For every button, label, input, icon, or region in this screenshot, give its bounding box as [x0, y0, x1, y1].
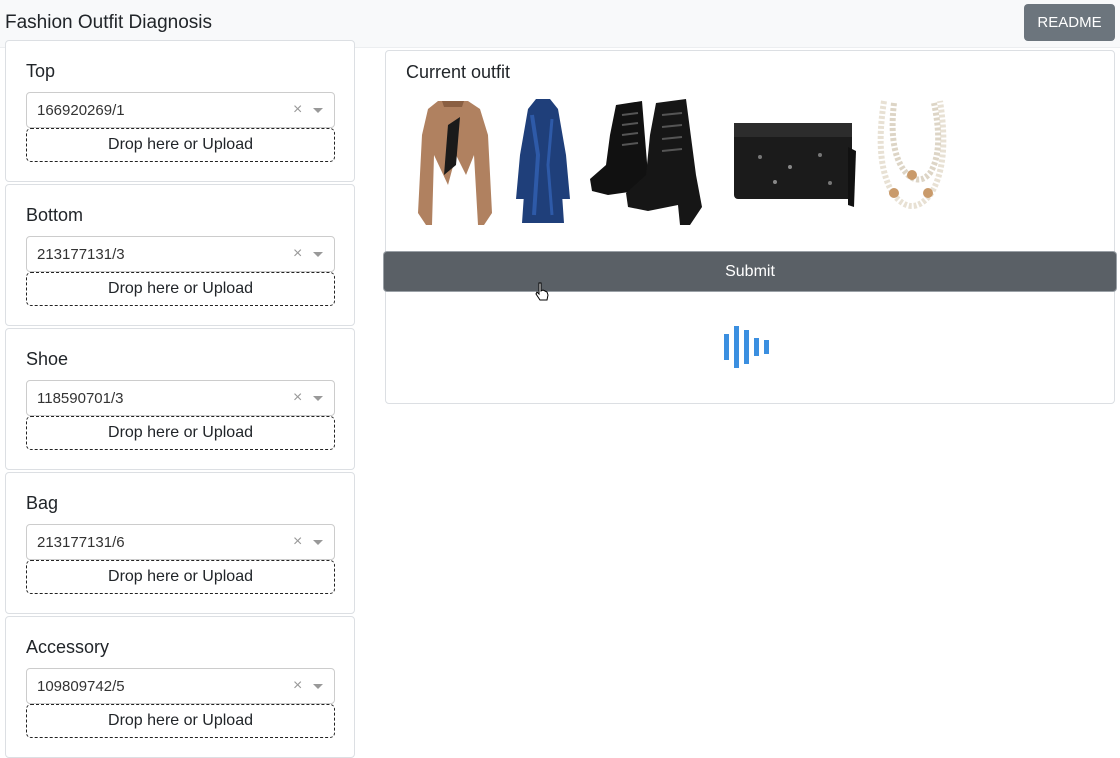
platform-boots-image [590, 99, 702, 225]
velvet-dress-image [516, 99, 570, 223]
loading-spinner-icon [724, 326, 769, 368]
select-value: 118590701/3 [37, 390, 124, 407]
item-id-select[interactable]: 109809742/5 × [26, 668, 335, 704]
clear-icon[interactable]: × [293, 677, 302, 695]
category-title: Accessory [26, 637, 110, 657]
chevron-down-icon[interactable] [313, 252, 323, 257]
upload-dropzone[interactable]: Drop here or Upload [26, 704, 335, 738]
clear-icon[interactable]: × [293, 245, 302, 263]
category-card-top: Top 166920269/1 × Drop here or Upload [5, 40, 355, 182]
select-value: 166920269/1 [37, 102, 125, 119]
category-card-accessory: Accessory 109809742/5 × Drop here or Upl… [5, 616, 355, 758]
category-title: Bottom [26, 205, 84, 225]
chevron-down-icon[interactable] [313, 684, 323, 689]
submit-button[interactable]: Submit [384, 252, 1116, 291]
select-value: 109809742/5 [37, 678, 125, 695]
item-id-select[interactable]: 213177131/6 × [26, 524, 335, 560]
item-id-select[interactable]: 213177131/3 × [26, 236, 335, 272]
clear-icon[interactable]: × [293, 389, 302, 407]
upload-dropzone[interactable]: Drop here or Upload [26, 416, 335, 450]
sequin-clutch-image [734, 123, 856, 207]
chevron-down-icon[interactable] [313, 396, 323, 401]
readme-button[interactable]: README [1024, 4, 1115, 41]
item-id-select[interactable]: 118590701/3 × [26, 380, 335, 416]
upload-dropzone[interactable]: Drop here or Upload [26, 128, 335, 162]
category-card-bag: Bag 213177131/6 × Drop here or Upload [5, 472, 355, 614]
select-value: 213177131/3 [37, 246, 125, 263]
upload-dropzone[interactable]: Drop here or Upload [26, 272, 335, 306]
hand-cursor-icon [535, 282, 549, 301]
chevron-down-icon[interactable] [313, 540, 323, 545]
category-card-shoe: Shoe 118590701/3 × Drop here or Upload [5, 328, 355, 470]
upload-dropzone[interactable]: Drop here or Upload [26, 560, 335, 594]
category-card-bottom: Bottom 213177131/3 × Drop here or Upload [5, 184, 355, 326]
clear-icon[interactable]: × [293, 101, 302, 119]
chevron-down-icon[interactable] [313, 108, 323, 113]
category-title: Shoe [26, 349, 69, 369]
item-id-select[interactable]: 166920269/1 × [26, 92, 335, 128]
outfit-title: Current outfit [406, 62, 511, 82]
cropped-jacket-image [418, 101, 492, 225]
app-title: Fashion Outfit Diagnosis [5, 12, 212, 33]
category-title: Top [26, 61, 56, 81]
category-title: Bag [26, 493, 59, 513]
clear-icon[interactable]: × [293, 533, 302, 551]
select-value: 213177131/6 [37, 534, 125, 551]
pearl-necklace-image [877, 100, 947, 209]
